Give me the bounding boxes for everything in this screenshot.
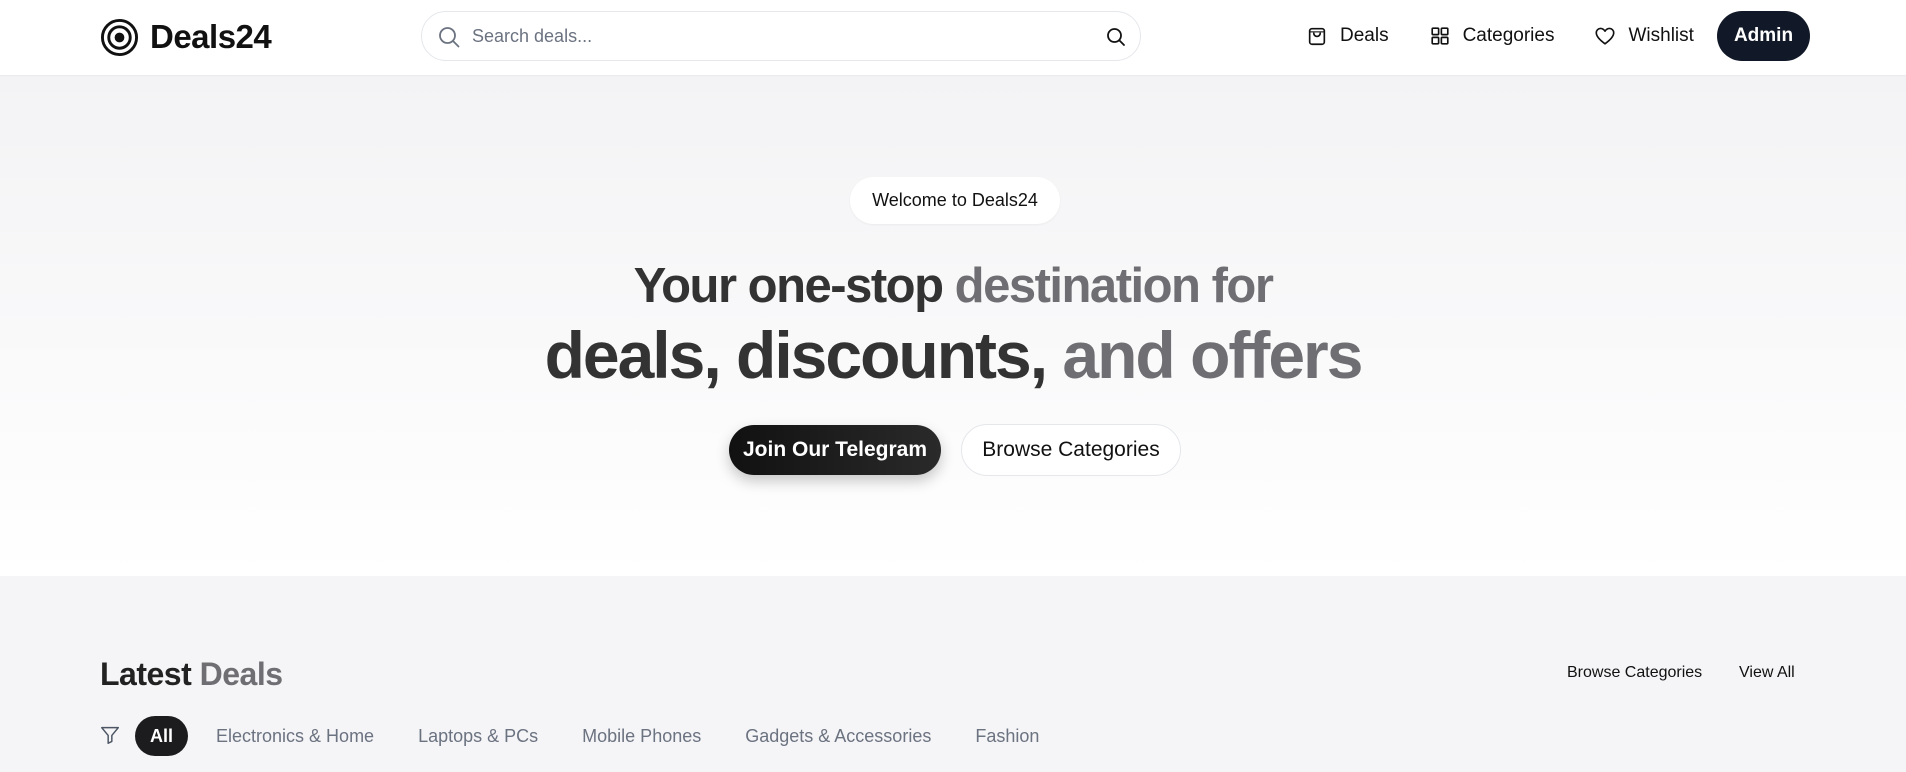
main-nav: Deals Categories Wishlist: [1306, 11, 1734, 61]
hero-heading-line2: deals, discounts, and offers: [0, 317, 1906, 393]
nav-deals[interactable]: Deals: [1306, 25, 1389, 47]
browse-categories-link[interactable]: Browse Categories: [1567, 664, 1702, 682]
shopping-bag-icon: [1308, 27, 1326, 46]
search-submit-button[interactable]: [1104, 25, 1128, 49]
filter-chip-all[interactable]: All: [135, 716, 189, 756]
search-icon: [1107, 28, 1125, 46]
category-filter-chips: All Electronics & Home Laptops & PCs Mob…: [135, 716, 1061, 756]
latest-deals-title: Latest Deals: [100, 656, 283, 693]
browse-categories-button[interactable]: Browse Categories: [961, 424, 1181, 476]
filter-chip-laptops-pcs[interactable]: Laptops & PCs: [402, 716, 554, 756]
search-input[interactable]: [472, 20, 1072, 52]
latest-title-grey: Deals: [199, 656, 283, 692]
search-bar: [421, 11, 1141, 61]
filter-chip-gadgets-accessories[interactable]: Gadgets & Accessories: [729, 716, 947, 756]
hero-heading-line1: Your one-stop destination for: [0, 258, 1906, 314]
hero-line2-dark: deals, discounts,: [544, 318, 1063, 392]
grid-icon: [1430, 27, 1449, 45]
nav-categories[interactable]: Categories: [1429, 25, 1555, 47]
latest-title-dark: Latest: [100, 656, 192, 692]
welcome-badge: Welcome to Deals24: [850, 177, 1060, 224]
view-all-link[interactable]: View All: [1739, 664, 1795, 682]
filter-chip-mobile-phones[interactable]: Mobile Phones: [566, 716, 717, 756]
heart-icon: [1595, 27, 1616, 45]
brand-name: Deals24: [150, 18, 272, 55]
hero-line2-grey: and offers: [1062, 318, 1363, 392]
brand-logo[interactable]: Deals24: [100, 17, 272, 57]
filter-chip-electronics-home[interactable]: Electronics & Home: [200, 716, 390, 756]
hero-line1-grey: destination for: [954, 259, 1274, 313]
filter-icon: [101, 726, 119, 744]
hero-line1-dark: Your one-stop: [633, 259, 955, 313]
target-logo-icon: [100, 18, 139, 56]
hero-section: Welcome to Deals24 Your one-stop destina…: [0, 77, 1906, 576]
search-icon: [439, 27, 460, 48]
nav-deals-label: Deals: [1340, 25, 1389, 46]
admin-button[interactable]: Admin: [1717, 11, 1810, 61]
filter-chip-fashion[interactable]: Fashion: [959, 716, 1055, 756]
nav-wishlist[interactable]: Wishlist: [1594, 25, 1694, 47]
nav-categories-label: Categories: [1462, 25, 1555, 46]
nav-wishlist-label: Wishlist: [1628, 25, 1694, 46]
top-header: Deals24 Deals: [0, 0, 1906, 76]
join-telegram-button[interactable]: Join Our Telegram: [729, 425, 941, 475]
